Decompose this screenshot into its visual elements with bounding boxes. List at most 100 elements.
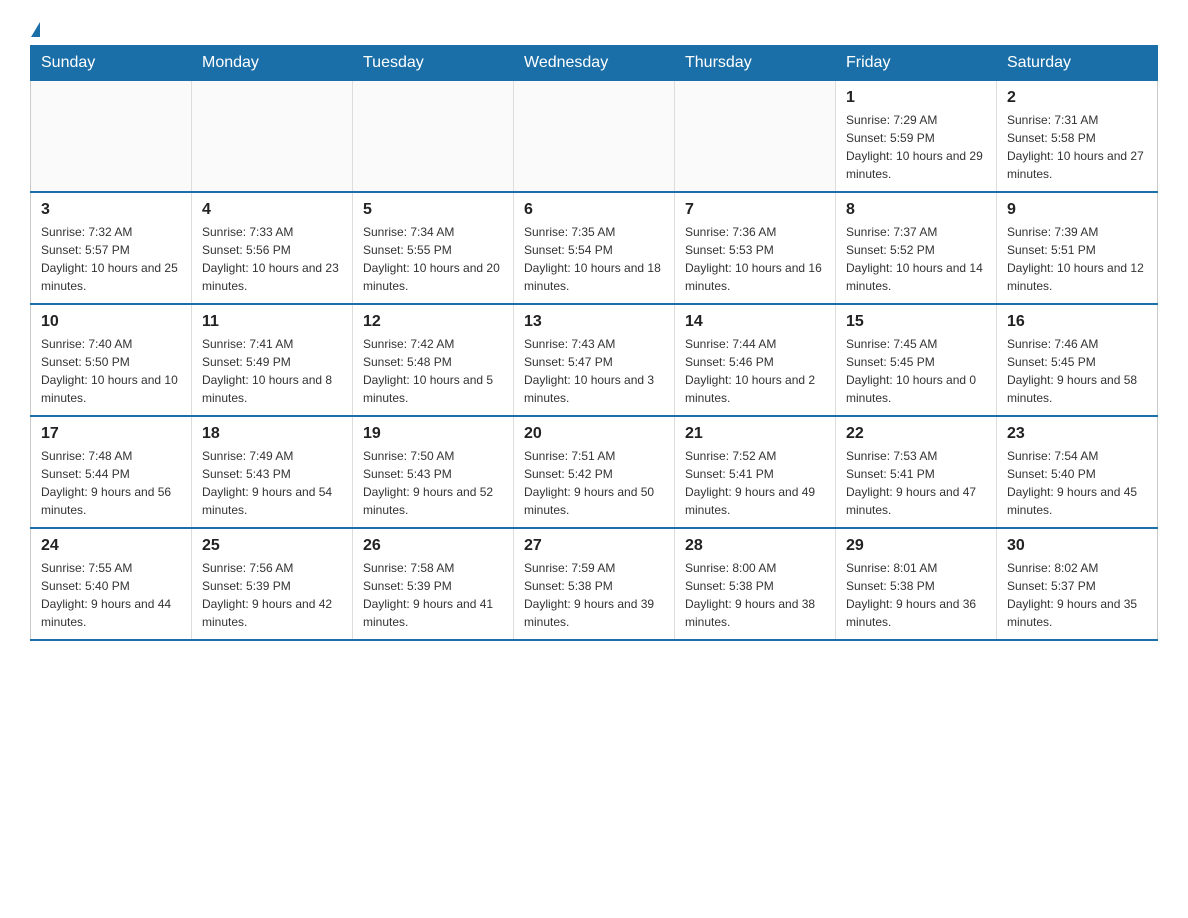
calendar-cell: 4Sunrise: 7:33 AMSunset: 5:56 PMDaylight…	[192, 192, 353, 304]
day-info: Sunrise: 7:45 AMSunset: 5:45 PMDaylight:…	[846, 335, 986, 407]
calendar-week-3: 10Sunrise: 7:40 AMSunset: 5:50 PMDayligh…	[31, 304, 1158, 416]
day-info: Sunrise: 8:01 AMSunset: 5:38 PMDaylight:…	[846, 559, 986, 631]
day-info: Sunrise: 7:44 AMSunset: 5:46 PMDaylight:…	[685, 335, 825, 407]
day-info: Sunrise: 7:31 AMSunset: 5:58 PMDaylight:…	[1007, 111, 1147, 183]
day-number: 21	[685, 425, 825, 443]
day-info: Sunrise: 7:50 AMSunset: 5:43 PMDaylight:…	[363, 447, 503, 519]
weekday-header-row: SundayMondayTuesdayWednesdayThursdayFrid…	[31, 46, 1158, 81]
calendar-week-1: 1 Sunrise: 7:29 AMSunset: 5:59 PMDaylight…	[31, 81, 1158, 193]
day-number: 25	[202, 537, 342, 555]
day-number: 28	[685, 537, 825, 555]
calendar-week-5: 24 Sunrise: 7:55 AMSunset: 5:40 PMDayligh…	[31, 528, 1158, 640]
calendar-cell: 23Sunrise: 7:54 AMSunset: 5:40 PMDayligh…	[997, 416, 1158, 528]
calendar-cell: 8Sunrise: 7:37 AMSunset: 5:52 PMDaylight…	[836, 192, 997, 304]
day-info: Sunrise: 7:52 AMSunset: 5:41 PMDaylight:…	[685, 447, 825, 519]
day-number: 11	[202, 313, 342, 331]
day-info: Sunrise: 7:46 AMSunset: 5:45 PMDaylight:…	[1007, 335, 1147, 407]
day-info: Sunrise: 7:34 AMSunset: 5:55 PMDaylight:…	[363, 223, 503, 295]
calendar-cell: 14 Sunrise: 7:44 AMSunset: 5:46 PMDayligh…	[675, 304, 836, 416]
day-number: 5	[363, 201, 503, 219]
day-number: 30	[1007, 537, 1147, 555]
day-number: 9	[1007, 201, 1147, 219]
day-info: Sunrise: 8:02 AMSunset: 5:37 PMDaylight:…	[1007, 559, 1147, 631]
day-info: Sunrise: 7:55 AMSunset: 5:40 PMDaylight:…	[41, 559, 181, 631]
logo	[30, 20, 41, 35]
day-number: 17	[41, 425, 181, 443]
calendar-cell: 7 Sunrise: 7:36 AMSunset: 5:53 PMDaylight…	[675, 192, 836, 304]
calendar-cell: 24 Sunrise: 7:55 AMSunset: 5:40 PMDayligh…	[31, 528, 192, 640]
day-info: Sunrise: 7:54 AMSunset: 5:40 PMDaylight:…	[1007, 447, 1147, 519]
day-info: Sunrise: 7:36 AMSunset: 5:53 PMDaylight:…	[685, 223, 825, 295]
day-info: Sunrise: 7:41 AMSunset: 5:49 PMDaylight:…	[202, 335, 342, 407]
day-number: 27	[524, 537, 664, 555]
calendar-cell: 10Sunrise: 7:40 AMSunset: 5:50 PMDayligh…	[31, 304, 192, 416]
calendar-cell: 26 Sunrise: 7:58 AMSunset: 5:39 PMDayligh…	[353, 528, 514, 640]
day-number: 8	[846, 201, 986, 219]
day-number: 7	[685, 201, 825, 219]
day-info: Sunrise: 7:29 AMSunset: 5:59 PMDaylight:…	[846, 111, 986, 183]
day-number: 3	[41, 201, 181, 219]
weekday-header-saturday: Saturday	[997, 46, 1158, 81]
calendar-cell	[353, 81, 514, 193]
calendar-cell: 5 Sunrise: 7:34 AMSunset: 5:55 PMDaylight…	[353, 192, 514, 304]
day-info: Sunrise: 7:49 AMSunset: 5:43 PMDaylight:…	[202, 447, 342, 519]
calendar-cell: 18 Sunrise: 7:49 AMSunset: 5:43 PMDayligh…	[192, 416, 353, 528]
day-number: 24	[41, 537, 181, 555]
day-info: Sunrise: 7:39 AMSunset: 5:51 PMDaylight:…	[1007, 223, 1147, 295]
day-number: 15	[846, 313, 986, 331]
day-number: 19	[363, 425, 503, 443]
day-info: Sunrise: 7:48 AMSunset: 5:44 PMDaylight:…	[41, 447, 181, 519]
calendar-cell: 27 Sunrise: 7:59 AMSunset: 5:38 PMDayligh…	[514, 528, 675, 640]
calendar-cell: 21 Sunrise: 7:52 AMSunset: 5:41 PMDayligh…	[675, 416, 836, 528]
calendar-cell: 25Sunrise: 7:56 AMSunset: 5:39 PMDayligh…	[192, 528, 353, 640]
calendar-body: 1 Sunrise: 7:29 AMSunset: 5:59 PMDaylight…	[31, 81, 1158, 641]
day-info: Sunrise: 7:51 AMSunset: 5:42 PMDaylight:…	[524, 447, 664, 519]
day-number: 12	[363, 313, 503, 331]
calendar-cell: 3 Sunrise: 7:32 AMSunset: 5:57 PMDaylight…	[31, 192, 192, 304]
day-number: 22	[846, 425, 986, 443]
calendar-cell: 15 Sunrise: 7:45 AMSunset: 5:45 PMDayligh…	[836, 304, 997, 416]
day-info: Sunrise: 7:35 AMSunset: 5:54 PMDaylight:…	[524, 223, 664, 295]
logo-triangle-icon	[31, 22, 40, 37]
day-info: Sunrise: 7:53 AMSunset: 5:41 PMDaylight:…	[846, 447, 986, 519]
calendar-cell: 11 Sunrise: 7:41 AMSunset: 5:49 PMDayligh…	[192, 304, 353, 416]
calendar-week-4: 17 Sunrise: 7:48 AMSunset: 5:44 PMDayligh…	[31, 416, 1158, 528]
day-info: Sunrise: 7:59 AMSunset: 5:38 PMDaylight:…	[524, 559, 664, 631]
weekday-header-friday: Friday	[836, 46, 997, 81]
day-number: 29	[846, 537, 986, 555]
day-number: 2	[1007, 89, 1147, 107]
day-number: 14	[685, 313, 825, 331]
header	[30, 20, 1158, 35]
calendar-cell: 22 Sunrise: 7:53 AMSunset: 5:41 PMDayligh…	[836, 416, 997, 528]
day-number: 20	[524, 425, 664, 443]
day-info: Sunrise: 7:40 AMSunset: 5:50 PMDaylight:…	[41, 335, 181, 407]
calendar-cell: 20 Sunrise: 7:51 AMSunset: 5:42 PMDayligh…	[514, 416, 675, 528]
calendar-cell: 19 Sunrise: 7:50 AMSunset: 5:43 PMDayligh…	[353, 416, 514, 528]
calendar-cell	[31, 81, 192, 193]
calendar-table: SundayMondayTuesdayWednesdayThursdayFrid…	[30, 45, 1158, 641]
calendar-cell: 28 Sunrise: 8:00 AMSunset: 5:38 PMDayligh…	[675, 528, 836, 640]
calendar-cell	[192, 81, 353, 193]
calendar-cell: 9 Sunrise: 7:39 AMSunset: 5:51 PMDaylight…	[997, 192, 1158, 304]
day-number: 18	[202, 425, 342, 443]
weekday-header-thursday: Thursday	[675, 46, 836, 81]
day-info: Sunrise: 7:33 AMSunset: 5:56 PMDaylight:…	[202, 223, 342, 295]
day-info: Sunrise: 7:32 AMSunset: 5:57 PMDaylight:…	[41, 223, 181, 295]
calendar-cell: 30 Sunrise: 8:02 AMSunset: 5:37 PMDayligh…	[997, 528, 1158, 640]
calendar-header: SundayMondayTuesdayWednesdayThursdayFrid…	[31, 46, 1158, 81]
calendar-cell: 2 Sunrise: 7:31 AMSunset: 5:58 PMDaylight…	[997, 81, 1158, 193]
day-info: Sunrise: 7:58 AMSunset: 5:39 PMDaylight:…	[363, 559, 503, 631]
calendar-cell	[514, 81, 675, 193]
calendar-cell: 17 Sunrise: 7:48 AMSunset: 5:44 PMDayligh…	[31, 416, 192, 528]
day-info: Sunrise: 8:00 AMSunset: 5:38 PMDaylight:…	[685, 559, 825, 631]
weekday-header-wednesday: Wednesday	[514, 46, 675, 81]
calendar-cell: 13Sunrise: 7:43 AMSunset: 5:47 PMDayligh…	[514, 304, 675, 416]
day-number: 13	[524, 313, 664, 331]
calendar-cell	[675, 81, 836, 193]
day-number: 26	[363, 537, 503, 555]
calendar-cell: 6Sunrise: 7:35 AMSunset: 5:54 PMDaylight…	[514, 192, 675, 304]
day-number: 16	[1007, 313, 1147, 331]
day-number: 1	[846, 89, 986, 107]
calendar-cell: 29 Sunrise: 8:01 AMSunset: 5:38 PMDayligh…	[836, 528, 997, 640]
day-info: Sunrise: 7:42 AMSunset: 5:48 PMDaylight:…	[363, 335, 503, 407]
